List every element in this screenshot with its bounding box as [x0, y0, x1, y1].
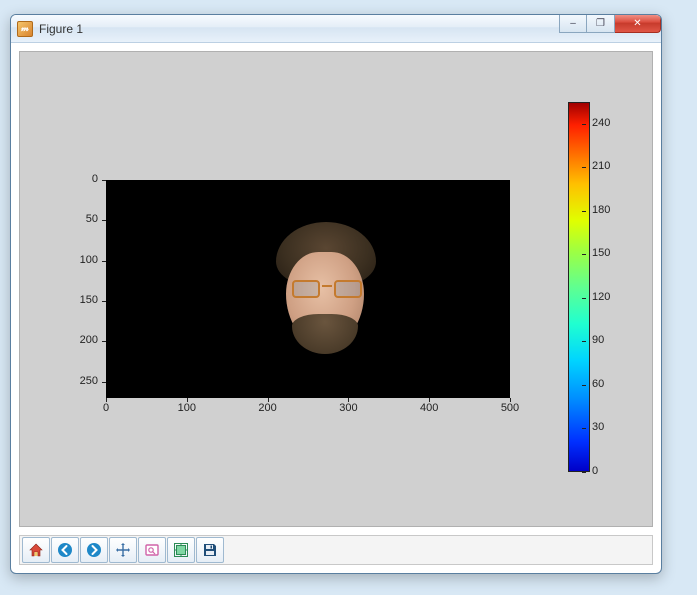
y-tick-label: 150: [48, 294, 98, 306]
close-icon: ✕: [633, 18, 641, 29]
colorbar-ticks: 0306090120150180210240: [592, 102, 626, 472]
navigation-toolbar: [19, 535, 653, 565]
app-icon: 𝓂: [17, 21, 33, 37]
figure-window: 𝓂 Figure 1 – ❐ ✕: [10, 14, 662, 574]
titlebar[interactable]: 𝓂 Figure 1 – ❐ ✕: [11, 15, 661, 43]
x-tick-label: 100: [167, 402, 207, 414]
subplots-button[interactable]: [167, 537, 195, 563]
window-controls: – ❐ ✕: [559, 15, 661, 35]
zoom-rect-icon: [144, 542, 160, 558]
plot-area: 0 30 60 90 120 150 180 210 240 0 50 100 150 200 250 0 1…: [20, 52, 652, 526]
image-axes: [106, 180, 510, 398]
maximize-icon: ❐: [596, 18, 605, 29]
save-button[interactable]: [196, 537, 224, 563]
colorbar-tick-label: 150: [592, 247, 622, 259]
colorbar-tick-label: 180: [592, 204, 622, 216]
colorbar-tick-label: 60: [592, 378, 622, 390]
minimize-icon: –: [570, 18, 576, 29]
window-title: Figure 1: [39, 22, 83, 36]
pan-button[interactable]: [109, 537, 137, 563]
image-content: [266, 222, 386, 362]
home-button[interactable]: [22, 537, 50, 563]
x-tick-label: 500: [490, 402, 530, 414]
arrow-right-icon: [86, 542, 102, 558]
zoom-button[interactable]: [138, 537, 166, 563]
x-tick-label: 200: [248, 402, 288, 414]
canvas[interactable]: 0 30 60 90 120 150 180 210 240 0 50 100 150 200 250 0 1…: [19, 51, 653, 527]
maximize-button[interactable]: ❐: [587, 15, 615, 33]
y-tick-label: 0: [48, 173, 98, 185]
y-tick-label: 50: [48, 213, 98, 225]
x-tick-label: 400: [409, 402, 449, 414]
home-icon: [28, 542, 44, 558]
y-tick-label: 200: [48, 334, 98, 346]
colorbar-tick-label: 240: [592, 117, 622, 129]
close-button[interactable]: ✕: [615, 15, 661, 33]
colorbar-tick-label: 210: [592, 160, 622, 172]
y-tick-label: 100: [48, 254, 98, 266]
colorbar: [568, 102, 590, 472]
arrow-left-icon: [57, 542, 73, 558]
subplots-icon: [173, 542, 189, 558]
x-tick-label: 300: [328, 402, 368, 414]
minimize-button[interactable]: –: [559, 15, 587, 33]
colorbar-tick-label: 0: [592, 465, 622, 477]
y-tick-label: 250: [48, 375, 98, 387]
colorbar-tick-label: 90: [592, 334, 622, 346]
x-tick-label: 0: [86, 402, 126, 414]
colorbar-tick-label: 30: [592, 421, 622, 433]
colorbar-tick-label: 120: [592, 291, 622, 303]
back-button[interactable]: [51, 537, 79, 563]
move-icon: [115, 542, 131, 558]
save-icon: [202, 542, 218, 558]
forward-button[interactable]: [80, 537, 108, 563]
